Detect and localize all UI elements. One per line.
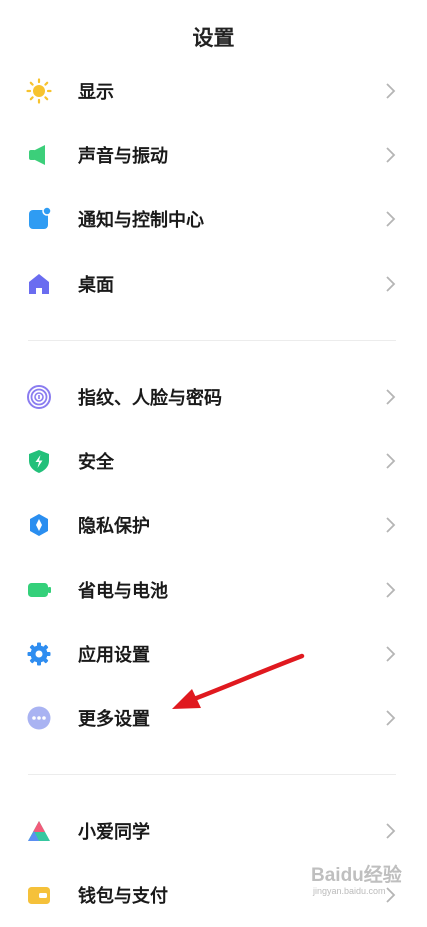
- section-divider: [28, 774, 396, 775]
- watermark-text: Baidu经验: [311, 865, 402, 886]
- settings-item-notifications[interactable]: 通知与控制中心: [0, 187, 427, 251]
- chevron-right-icon: [386, 211, 396, 227]
- settings-item-label: 声音与振动: [78, 146, 168, 167]
- settings-item-label: 隐私保护: [78, 516, 150, 537]
- settings-item-label: 省电与电池: [78, 581, 168, 602]
- baidu-watermark: Baidu经验 jingyan.baidu.com: [311, 860, 409, 900]
- xiaoai-icon: [26, 818, 52, 844]
- settings-item-label: 桌面: [78, 275, 114, 296]
- settings-item-label: 更多设置: [78, 709, 150, 730]
- settings-item-label: 指纹、人脸与密码: [78, 388, 222, 409]
- notification-icon: [26, 206, 52, 232]
- settings-item-label: 安全: [78, 452, 114, 473]
- watermark-subtext: jingyan.baidu.com: [313, 886, 386, 896]
- settings-item-label: 通知与控制中心: [78, 210, 204, 231]
- battery-icon: [26, 577, 52, 603]
- settings-item-label: 小爱同学: [78, 822, 150, 843]
- wallet-icon: [26, 882, 52, 908]
- settings-item-label: 应用设置: [78, 645, 150, 666]
- settings-item-label: 显示: [78, 82, 114, 103]
- home-icon: [26, 271, 52, 297]
- more-icon: [26, 705, 52, 731]
- settings-item-privacy[interactable]: 隐私保护: [0, 493, 427, 557]
- privacy-icon: [26, 512, 52, 538]
- gear-icon: [26, 641, 52, 667]
- shield-icon: [26, 448, 52, 474]
- settings-item-display[interactable]: 显示: [0, 59, 427, 123]
- settings-item-label: 钱包与支付: [78, 886, 168, 907]
- section-divider: [28, 340, 396, 341]
- chevron-right-icon: [386, 823, 396, 839]
- settings-item-more[interactable]: 更多设置: [0, 686, 427, 750]
- settings-item-battery[interactable]: 省电与电池: [0, 558, 427, 622]
- chevron-right-icon: [386, 646, 396, 662]
- settings-item-fingerprint[interactable]: 指纹、人脸与密码: [0, 365, 427, 429]
- chevron-right-icon: [386, 517, 396, 533]
- settings-item-sound[interactable]: 声音与振动: [0, 123, 427, 187]
- chevron-right-icon: [386, 147, 396, 163]
- settings-item-xiaoai[interactable]: 小爱同学: [0, 799, 427, 863]
- chevron-right-icon: [386, 453, 396, 469]
- chevron-right-icon: [386, 582, 396, 598]
- chevron-right-icon: [386, 276, 396, 292]
- fingerprint-icon: [26, 384, 52, 410]
- speaker-icon: [26, 142, 52, 168]
- settings-item-security[interactable]: 安全: [0, 429, 427, 493]
- settings-item-apps[interactable]: 应用设置: [0, 622, 427, 686]
- chevron-right-icon: [386, 83, 396, 99]
- chevron-right-icon: [386, 710, 396, 726]
- page-title: 设置: [192, 26, 235, 50]
- sun-icon: [26, 78, 52, 104]
- settings-item-desktop[interactable]: 桌面: [0, 252, 427, 316]
- chevron-right-icon: [386, 389, 396, 405]
